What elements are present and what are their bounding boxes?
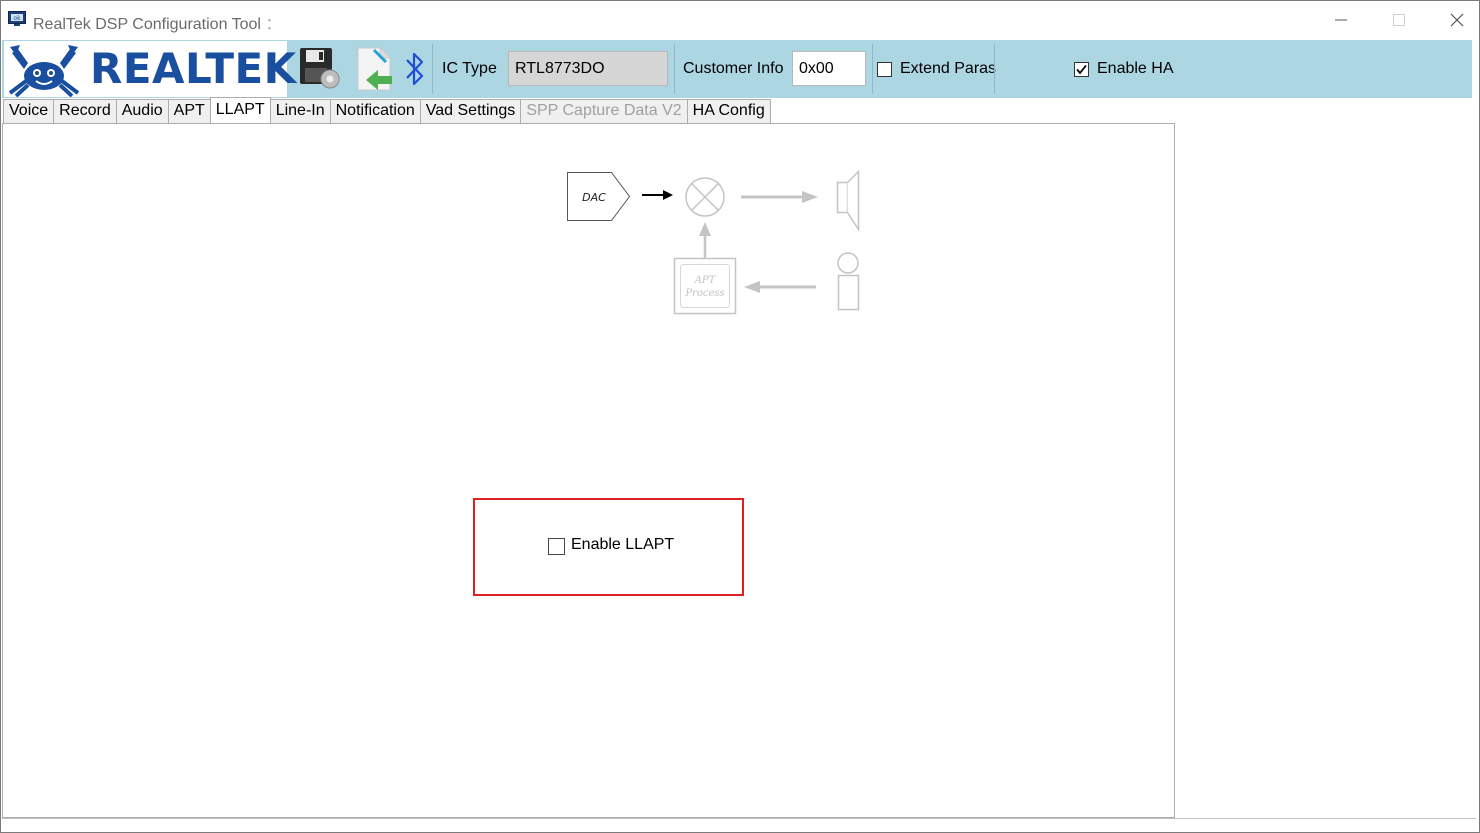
logo-text: REALTEK [90,44,297,93]
tab-apt[interactable]: APT [167,99,211,123]
maximize-button[interactable] [1371,1,1427,39]
extend-paras-label: Extend Paras [900,60,997,77]
svg-text:ok: ok [13,15,21,22]
tab-spp-capture-data-v2[interactable]: SPP Capture Data V2 [520,99,688,123]
window-title: RealTek DSP Configuration Tool ： [33,16,282,33]
realtek-crab-icon [8,45,80,97]
enable-llapt-checkbox[interactable] [548,538,565,555]
process-to-mixer-arrow [699,222,711,259]
tab-notification[interactable]: Notification [329,99,421,123]
mixer-icon [685,177,725,217]
minimize-button[interactable] [1313,1,1369,39]
tab-line-in[interactable]: Line-In [269,99,331,123]
enable-ha-checkbox[interactable] [1074,62,1089,77]
close-button[interactable] [1429,1,1480,39]
dac-block: DAC [567,172,631,221]
dac-label: DAC [582,191,606,204]
mic-to-process-arrow [744,281,816,293]
enable-llapt-label[interactable]: Enable LLAPT [571,536,674,554]
dac-to-mixer-arrow [642,190,673,200]
tab-audio[interactable]: Audio [115,99,169,123]
enable-ha-label: Enable HA [1097,60,1174,77]
mixer-to-speaker-arrow [741,191,818,203]
toolbar-separator [674,44,675,94]
maximize-icon [1393,14,1405,26]
realtek-logo: REALTEK [4,41,296,97]
ic-type-field[interactable]: RTL8773DO [508,51,668,86]
tab-ha-config[interactable]: HA Config [686,99,771,123]
bluetooth-icon[interactable] [403,50,427,88]
extend-paras-checkbox[interactable] [877,62,892,77]
import-file-icon[interactable] [352,46,398,92]
tab-llapt[interactable]: LLAPT [209,97,271,123]
speaker-icon [836,169,860,233]
checkmark-icon [1076,64,1087,75]
ic-type-label: IC Type [442,60,497,77]
apt-process-block: APT Process [673,257,737,315]
tab-strip: Voice Record Audio APT LLAPT Line-In Not… [3,97,771,124]
apt-process-label-line1: APT [694,275,717,286]
close-icon [1450,13,1464,27]
customer-info-label: Customer Info [683,60,784,77]
minimize-icon [1335,19,1347,21]
customer-info-input[interactable]: 0x00 [792,51,866,86]
microphone-icon [837,252,860,311]
llapt-signal-diagram: DAC APT Process [567,169,860,315]
save-settings-icon[interactable] [297,46,341,90]
tab-vad-settings[interactable]: Vad Settings [419,99,522,123]
status-bar-divider [2,818,1476,819]
toolbar-separator [872,44,873,94]
title-bar[interactable]: ok RealTek DSP Configuration Tool ： [1,1,1478,39]
toolbar-separator [432,44,433,94]
tab-record[interactable]: Record [53,99,117,123]
toolbar: REALTEK IC Type RTL8773DO Customer Info … [2,40,1472,98]
tab-voice[interactable]: Voice [3,99,55,123]
toolbar-separator [994,44,995,94]
app-icon: ok [8,11,26,26]
apt-process-label-line2: Process [684,288,724,299]
